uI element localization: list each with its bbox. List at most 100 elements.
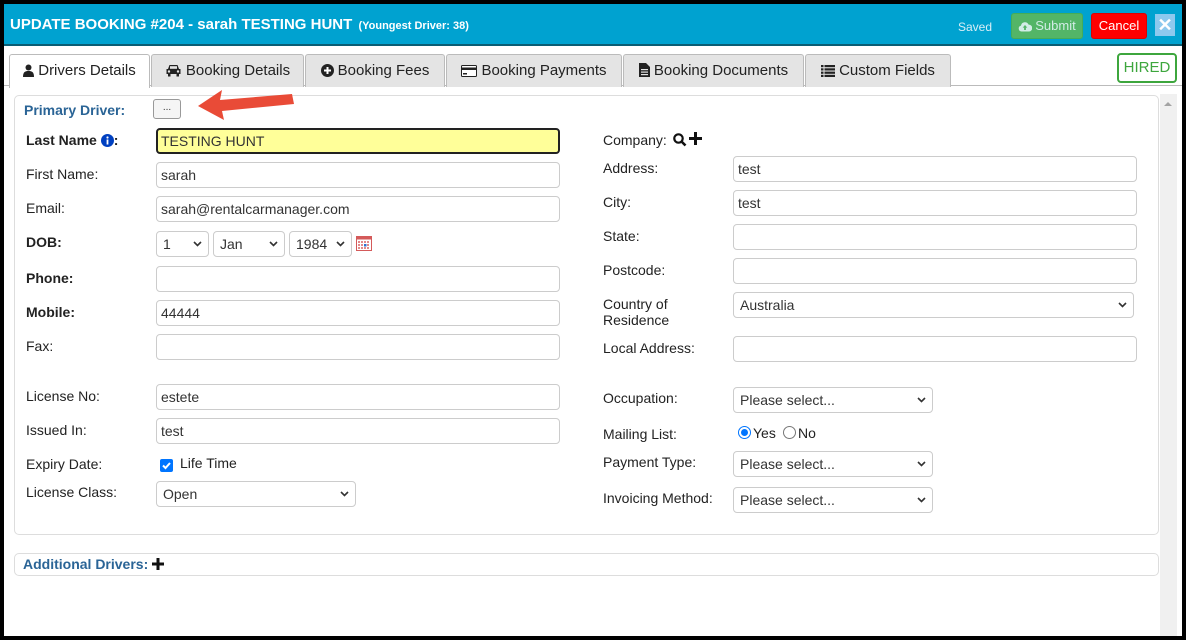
phone-label: Phone:: [26, 270, 74, 286]
state-label: State:: [603, 228, 640, 244]
tab-bar: Drivers Details Booking Details Booking …: [4, 48, 1182, 88]
add-company-plus-icon[interactable]: [689, 132, 702, 145]
mailing-list-yes-label: Yes: [753, 425, 776, 441]
submit-button[interactable]: Submit: [1011, 13, 1083, 39]
tab-label: Booking Fees: [337, 62, 430, 79]
dob-label: DOB:: [26, 234, 62, 250]
additional-drivers-header: Additional Drivers:: [23, 556, 165, 572]
address-label: Address:: [603, 160, 659, 176]
payment-type-value: Please select...: [740, 456, 835, 472]
mobile-input[interactable]: 44444: [156, 300, 560, 326]
vertical-scrollbar[interactable]: [1160, 94, 1177, 636]
last-name-label: Last Name :: [26, 132, 119, 148]
occupation-label: Occupation:: [603, 390, 678, 406]
chevron-down-icon: [1118, 302, 1127, 308]
country-label-line1: Country of: [603, 296, 668, 312]
state-input[interactable]: [733, 224, 1137, 250]
cloud-upload-icon: [1018, 22, 1033, 32]
checkmark-icon: [162, 462, 171, 470]
mailing-list-yes-radio[interactable]: [738, 426, 751, 439]
fax-input[interactable]: [156, 334, 560, 360]
license-no-input[interactable]: estete: [156, 384, 560, 410]
chevron-down-icon: [193, 241, 202, 247]
country-label: Country of Residence: [603, 296, 669, 328]
invoicing-method-label: Invoicing Method:: [603, 490, 713, 506]
payment-type-select[interactable]: Please select...: [733, 451, 933, 477]
tab-drivers-details[interactable]: Drivers Details: [9, 54, 150, 88]
country-select[interactable]: Australia: [733, 292, 1134, 318]
country-value: Australia: [740, 297, 795, 313]
tab-label: Booking Payments: [481, 62, 607, 79]
tab-label: Booking Details: [185, 62, 291, 79]
dob-year-select[interactable]: 1984: [289, 231, 352, 257]
booking-window: UPDATE BOOKING #204 - sarah TESTING HUNT…: [4, 4, 1182, 636]
dob-month-select[interactable]: Jan: [213, 231, 285, 257]
license-no-label: License No:: [26, 388, 100, 404]
booking-status-badge: HIRED: [1117, 53, 1177, 83]
chevron-down-icon: [917, 397, 926, 403]
annotation-arrow-icon: [198, 90, 294, 120]
close-icon[interactable]: ✕: [1155, 14, 1175, 36]
invoicing-method-select[interactable]: Please select...: [733, 487, 933, 513]
first-name-label: First Name:: [26, 166, 99, 182]
page-title: UPDATE BOOKING #204 - sarah TESTING HUNT…: [10, 16, 469, 33]
tab-booking-documents[interactable]: Booking Documents: [623, 54, 804, 87]
first-name-input[interactable]: sarah: [156, 162, 560, 188]
payment-type-label: Payment Type:: [603, 454, 697, 470]
occupation-select[interactable]: Please select...: [733, 387, 933, 413]
mobile-label: Mobile:: [26, 304, 75, 320]
email-label: Email:: [26, 200, 65, 216]
dob-year-value: 1984: [296, 236, 328, 252]
company-label: Company:: [603, 132, 667, 148]
mailing-list-no-radio[interactable]: [783, 426, 796, 439]
search-icon[interactable]: [673, 133, 687, 147]
chevron-down-icon: [269, 241, 278, 247]
tab-booking-details[interactable]: Booking Details: [151, 54, 304, 87]
license-class-value: Open: [163, 486, 198, 502]
mailing-list-no-label: No: [798, 425, 816, 441]
license-class-select[interactable]: Open: [156, 481, 356, 507]
credit-card-icon: [461, 65, 478, 77]
tab-booking-payments[interactable]: Booking Payments: [446, 54, 622, 87]
address-input[interactable]: test: [733, 156, 1137, 182]
file-icon: [638, 63, 650, 77]
chevron-down-icon: [340, 491, 349, 497]
issued-in-input[interactable]: test: [156, 418, 560, 444]
last-name-input[interactable]: TESTING HUNT: [156, 128, 560, 154]
postcode-input[interactable]: [733, 258, 1137, 284]
email-input[interactable]: sarah@rentalcarmanager.com: [156, 196, 560, 222]
fax-label: Fax:: [26, 338, 54, 354]
phone-input[interactable]: [156, 266, 560, 292]
local-address-input[interactable]: [733, 336, 1137, 362]
calendar-icon[interactable]: [356, 236, 372, 251]
chevron-down-icon: [336, 241, 345, 247]
city-label: City:: [603, 194, 631, 210]
booking-title: UPDATE BOOKING #204 - sarah TESTING HUNT: [10, 16, 353, 33]
tab-label: Drivers Details: [38, 62, 136, 79]
tab-label: Booking Documents: [653, 62, 789, 79]
tab-label: Custom Fields: [839, 62, 935, 79]
company-label-text: Company:: [603, 132, 667, 148]
select-primary-driver-button[interactable]: ...: [153, 99, 181, 119]
mailing-list-label: Mailing List:: [603, 426, 677, 442]
tab-custom-fields[interactable]: Custom Fields: [805, 54, 951, 87]
additional-drivers-label: Additional Drivers:: [23, 556, 149, 572]
country-label-line2: Residence: [603, 312, 670, 328]
lifetime-label: Life Time: [180, 455, 237, 471]
add-driver-plus-icon[interactable]: [152, 558, 165, 570]
invoicing-method-value: Please select...: [740, 492, 835, 508]
issued-in-label: Issued In:: [26, 422, 87, 438]
tab-booking-fees[interactable]: Booking Fees: [305, 54, 445, 87]
last-name-label-text: Last Name: [26, 132, 97, 148]
dob-day-select[interactable]: 1: [156, 231, 209, 257]
plus-circle-icon: [320, 64, 334, 77]
chevron-down-icon: [917, 497, 926, 503]
scroll-up-arrow-icon[interactable]: [1164, 102, 1172, 106]
cancel-button[interactable]: Cancel: [1091, 13, 1147, 39]
postcode-label: Postcode:: [603, 262, 666, 278]
lifetime-checkbox[interactable]: [160, 459, 173, 472]
submit-label: Submit: [1035, 18, 1076, 33]
city-input[interactable]: test: [733, 190, 1137, 216]
license-class-label: License Class:: [26, 484, 118, 500]
info-icon[interactable]: [100, 134, 114, 147]
